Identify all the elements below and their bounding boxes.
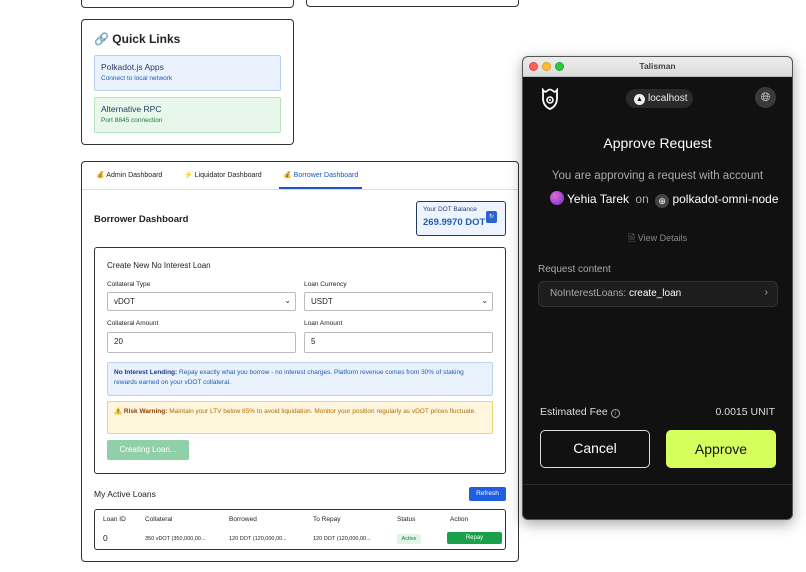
status-badge: Active — [397, 534, 421, 544]
account-name: Yehia Tarek — [567, 192, 630, 206]
approve-button[interactable]: Approve — [666, 430, 776, 468]
collateral-amount-input[interactable]: 20 — [107, 332, 296, 353]
collateral-amount-label: Collateral Amount — [107, 320, 159, 327]
table-header: Action — [450, 516, 469, 523]
talisman-logo-icon — [540, 87, 560, 115]
warning-icon: ⚠️ — [114, 408, 123, 415]
account-line: Yehia Tarek on ⊕ polkadot-omni-node — [550, 191, 779, 208]
footer-divider — [523, 484, 792, 485]
table-header: Status — [397, 516, 416, 523]
lightning-icon: ⚡ — [184, 172, 193, 179]
create-loan-form: Create New No Interest Loan Collateral T… — [94, 247, 506, 474]
talisman-window: Talisman ▲ localhost 🌐︎ Approve Request Y… — [522, 56, 793, 520]
risk-warning: ⚠️ Risk Warning: Maintain your LTV below… — [107, 401, 493, 434]
document-icon: 🗎 — [628, 233, 636, 243]
info-icon: i — [610, 409, 620, 418]
request-content-label: Request content — [538, 264, 611, 275]
connection-icon: ▲ — [634, 94, 645, 105]
loan-currency-label: Loan Currency — [304, 281, 347, 288]
chevron-down-icon: ⌄ — [284, 296, 291, 305]
request-content-box[interactable]: NoInterestLoans: create_loan › — [538, 281, 778, 307]
table-header: Loan ID — [103, 516, 126, 523]
tab-admin[interactable]: 💰 Admin Dashboard — [96, 171, 162, 179]
balance-box: Your DOT Balance 269.9970 DOT ↻ — [416, 201, 506, 236]
fee-label: Estimated Fee i — [540, 406, 620, 418]
cancel-button[interactable]: Cancel — [540, 430, 650, 468]
loan-amount-label: Loan Amount — [304, 320, 343, 327]
chevron-down-icon: ⌄ — [481, 296, 488, 305]
money-bag-icon: 💰 — [96, 172, 105, 179]
quick-link-polkadot[interactable]: Polkadot.js Apps Connect to local networ… — [94, 55, 281, 91]
quick-link-title: Alternative RPC — [101, 104, 162, 114]
loan-amount-input[interactable]: 5 — [304, 332, 493, 353]
money-bag-icon: 💰 — [283, 172, 292, 179]
chevron-right-icon: › — [764, 287, 768, 298]
refresh-icon: ↻ — [488, 214, 495, 220]
repay-button[interactable]: Repay — [447, 532, 502, 544]
loans-table: Loan ID Collateral Borrowed To Repay Sta… — [94, 509, 506, 550]
quick-links-title: 🔗 Quick Links — [94, 32, 181, 46]
quick-links-card: 🔗 Quick Links Polkadot.js Apps Connect t… — [81, 19, 294, 145]
tab-borrower[interactable]: 💰 Borrower Dashboard — [283, 171, 358, 179]
account-avatar — [550, 191, 564, 205]
host-pill: ▲ localhost — [626, 89, 693, 108]
table-header: To Repay — [313, 516, 341, 523]
top-card-left — [81, 0, 294, 8]
table-header: Borrowed — [229, 516, 257, 523]
refresh-balance-button[interactable]: ↻ — [486, 211, 497, 223]
collateral-cell: 350 vDOT (350,000,00... — [145, 536, 206, 542]
borrowed-cell: 120 DOT (120,000,00... — [229, 536, 287, 542]
quick-link-subtitle: Port 8845 connection — [101, 117, 163, 124]
info-note: No Interest Lending: Repay exactly what … — [107, 362, 493, 396]
loan-currency-select[interactable]: USDT ⌄ — [304, 292, 493, 311]
form-title: Create New No Interest Loan — [107, 261, 211, 270]
active-tab-indicator — [279, 187, 362, 189]
view-details-link[interactable]: 🗎 View Details — [628, 231, 687, 247]
network-icon: ⊕ — [655, 194, 670, 208]
dialog-heading: Approve Request — [603, 135, 712, 151]
table-header: Collateral — [145, 516, 173, 523]
loan-id-cell: 0 — [103, 533, 108, 543]
create-loan-button[interactable]: Creating Loan... — [107, 440, 189, 460]
network-name: polkadot-omni-node — [672, 192, 779, 206]
quick-link-rpc[interactable]: Alternative RPC Port 8845 connection — [94, 97, 281, 133]
to-repay-cell: 120 DOT (120,000,00... — [313, 536, 371, 542]
page-title: Borrower Dashboard — [94, 214, 189, 225]
collateral-type-select[interactable]: vDOT ⌄ — [107, 292, 296, 311]
active-loans-title: My Active Loans — [94, 489, 156, 499]
quick-link-title: Polkadot.js Apps — [101, 62, 164, 72]
approving-text: You are approving a request with account — [551, 170, 764, 182]
tab-liquidator[interactable]: ⚡ Liquidator Dashboard — [184, 171, 262, 179]
tab-bar: 💰 Admin Dashboard ⚡ Liquidator Dashboard… — [82, 162, 518, 190]
collateral-type-label: Collateral Type — [107, 281, 151, 288]
fee-value: 0.0015 UNIT — [715, 406, 775, 418]
window-title-bar: Talisman — [523, 57, 792, 77]
globe-icon[interactable]: 🌐︎ — [755, 87, 776, 108]
link-icon: 🔗 — [94, 32, 109, 46]
top-card-right — [306, 0, 519, 7]
refresh-button[interactable]: Refresh — [469, 487, 506, 501]
dashboard-card: 💰 Admin Dashboard ⚡ Liquidator Dashboard… — [81, 161, 519, 562]
window-title: Talisman — [639, 61, 676, 71]
quick-link-subtitle: Connect to local network — [101, 75, 173, 82]
